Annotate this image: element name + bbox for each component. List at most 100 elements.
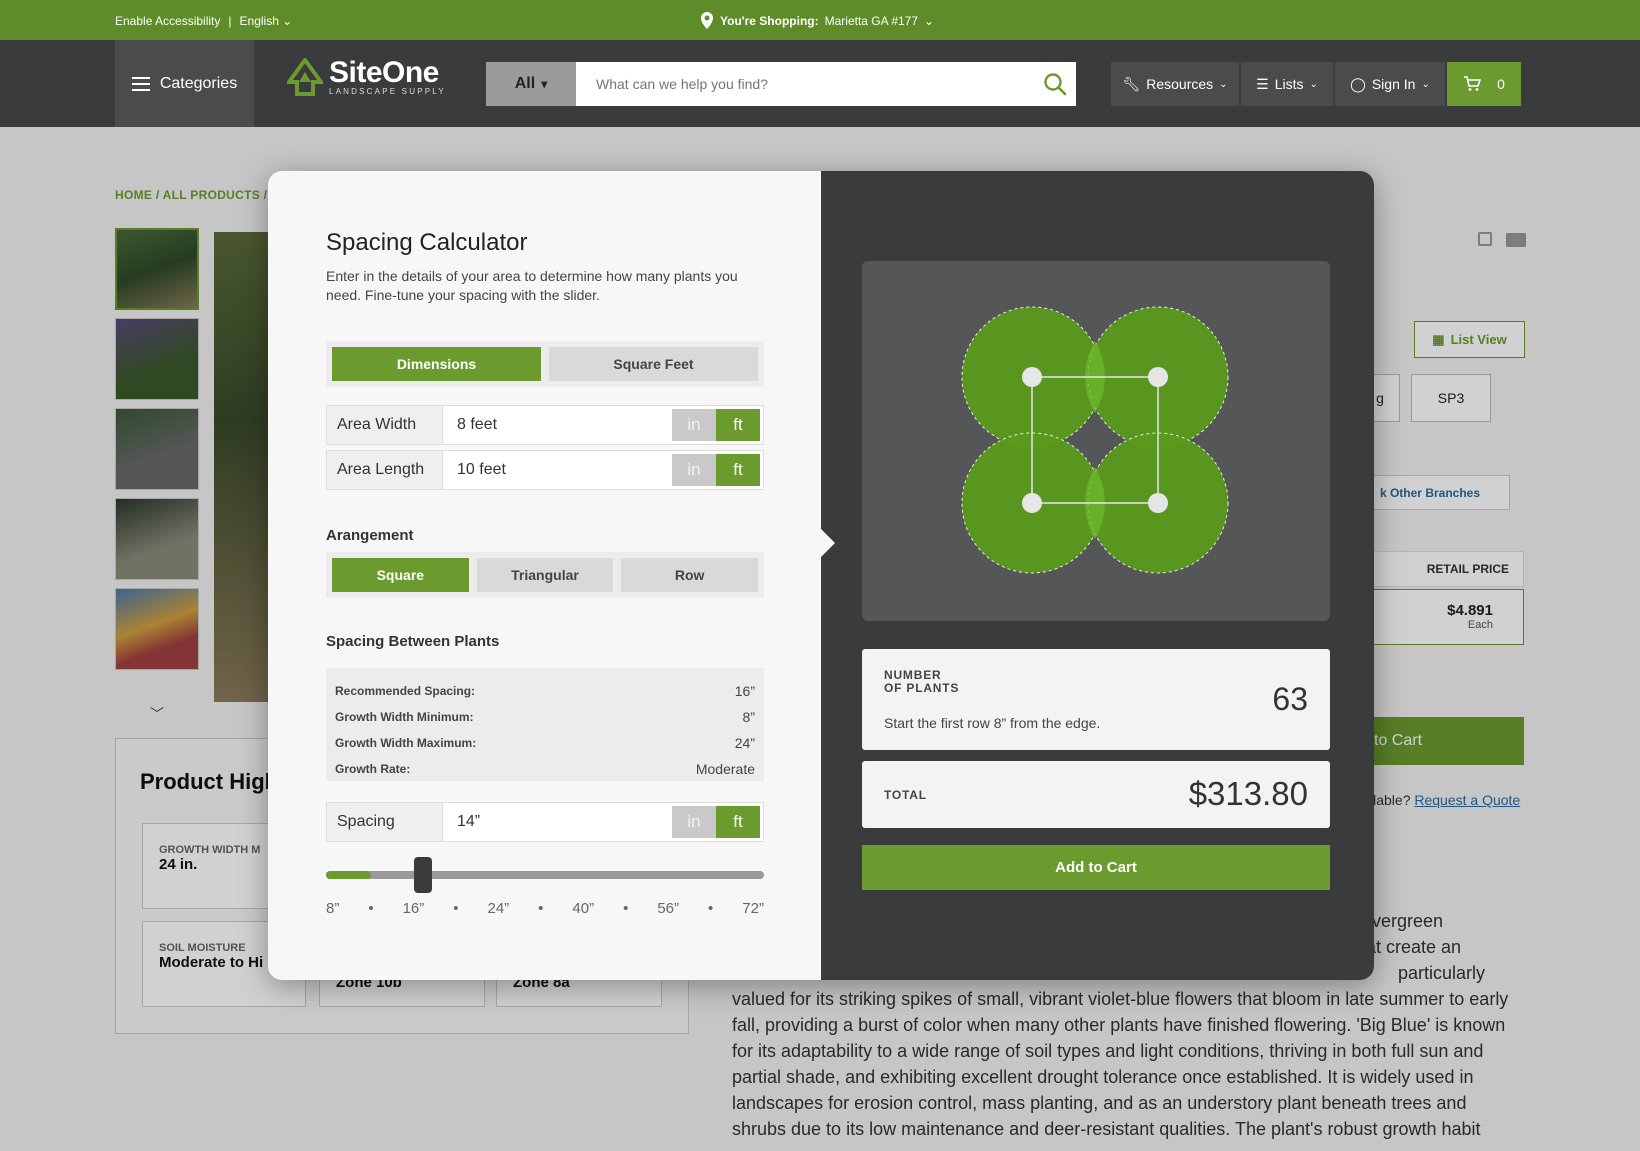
- resources-menu[interactable]: 🔧︎ Resources ⌄: [1111, 62, 1239, 106]
- language-label: English: [239, 14, 279, 28]
- plant-point: [1148, 367, 1168, 387]
- cart-icon: [1464, 76, 1482, 91]
- categories-button[interactable]: Categories: [115, 40, 254, 127]
- logo-leaf-icon: [287, 58, 323, 96]
- store-name: Marietta GA #177: [824, 13, 919, 28]
- unit-in-toggle[interactable]: in: [672, 409, 716, 441]
- spacing-slider[interactable]: [326, 857, 764, 893]
- modal-subtitle: Enter in the details of your area to det…: [326, 268, 738, 303]
- area-width-field: Area Width 8 feet in ft: [326, 405, 764, 445]
- search-input[interactable]: [576, 62, 1076, 106]
- unit-ft-toggle[interactable]: ft: [716, 409, 760, 441]
- categories-label: Categories: [159, 74, 238, 92]
- tick-dot: •: [708, 900, 714, 917]
- plant-count-card: NUMBER OF PLANTS 63 Start the first row …: [862, 649, 1330, 750]
- tick-dot: •: [538, 900, 544, 917]
- spacing-field: Spacing 14” in ft: [326, 802, 764, 842]
- area-length-input[interactable]: 10 feet: [443, 451, 672, 489]
- calculator-results-panel: NUMBER OF PLANTS 63 Start the first row …: [821, 171, 1374, 980]
- slider-handle[interactable]: [414, 857, 432, 893]
- total-value: $313.80: [1188, 775, 1308, 812]
- search-icon[interactable]: [1042, 71, 1068, 97]
- area-width-input[interactable]: 8 feet: [443, 406, 672, 444]
- plant-count-value: 63: [1272, 681, 1308, 717]
- spacing-visualization: [862, 261, 1330, 621]
- calculator-form-panel: Spacing Calculator Enter in the details …: [268, 171, 821, 980]
- add-to-cart-button[interactable]: Add to Cart: [862, 845, 1330, 890]
- spacing-label: Spacing: [327, 803, 443, 841]
- tick-label: 16”: [402, 900, 425, 917]
- user-icon: ◯: [1350, 75, 1366, 92]
- tick-label: 24”: [487, 900, 510, 917]
- chevron-down-icon: ▾: [541, 77, 548, 91]
- list-icon: ☰: [1256, 75, 1269, 92]
- plant-point: [1022, 493, 1042, 513]
- tick-label: 8”: [326, 900, 340, 917]
- search-bar: All ▾: [486, 62, 1076, 106]
- tick-label: 56”: [657, 900, 680, 917]
- tab-square-feet[interactable]: Square Feet: [549, 347, 758, 381]
- spec-row: Growth Rate: Moderate: [335, 756, 755, 782]
- tick-dot: •: [623, 900, 629, 917]
- chevron-down-icon: ⌄: [924, 13, 935, 28]
- total-label: TOTAL: [884, 788, 927, 802]
- wrench-icon: 🔧︎: [1122, 75, 1141, 92]
- cart-button[interactable]: 0: [1447, 62, 1521, 106]
- logo-subtitle: LANDSCAPE SUPPLY: [329, 86, 446, 96]
- accessibility-link[interactable]: Enable Accessibility: [115, 14, 220, 28]
- language-select[interactable]: English ⌄: [240, 14, 293, 28]
- spec-label: Growth Width Maximum:: [335, 736, 477, 750]
- unit-in-toggle[interactable]: in: [672, 806, 716, 838]
- search-scope-select[interactable]: All ▾: [486, 62, 576, 106]
- plants-label-line2: OF PLANTS: [884, 681, 960, 695]
- plant-point: [1022, 367, 1042, 387]
- divider: |: [228, 14, 232, 28]
- plants-note: Start the first row 8” from the edge.: [884, 715, 1101, 731]
- arrangement-tabs: Square Triangular Row: [326, 552, 764, 598]
- site-header: Categories SiteOne LANDSCAPE SUPPLY All …: [0, 40, 1640, 127]
- logo-name: SiteOne: [329, 55, 439, 89]
- total-card: TOTAL $313.80: [862, 761, 1330, 828]
- panel-pointer: [821, 529, 835, 557]
- slider-track[interactable]: [326, 871, 764, 879]
- unit-ft-toggle[interactable]: ft: [716, 806, 760, 838]
- spacing-input[interactable]: 14”: [443, 803, 672, 841]
- cart-count: 0: [1497, 76, 1505, 92]
- arrangement-square[interactable]: Square: [332, 558, 469, 592]
- arrangement-triangular[interactable]: Triangular: [476, 558, 614, 592]
- shopping-label: You're Shopping:: [720, 13, 819, 28]
- siteone-logo[interactable]: SiteOne LANDSCAPE SUPPLY: [287, 55, 446, 96]
- spec-row: Growth Width Maximum: 24”: [335, 730, 755, 756]
- input-mode-tabs: Dimensions Square Feet: [326, 341, 764, 387]
- location-pin-icon: [701, 12, 713, 29]
- spec-value: 8”: [742, 709, 755, 725]
- search-scope-label: All: [514, 75, 536, 92]
- plant-point: [1148, 493, 1168, 513]
- lists-menu[interactable]: ☰ Lists ⌄: [1241, 62, 1333, 106]
- tab-dimensions[interactable]: Dimensions: [332, 347, 541, 381]
- area-length-field: Area Length 10 feet in ft: [326, 450, 764, 490]
- area-width-label: Area Width: [327, 406, 443, 444]
- spec-value: 16”: [734, 683, 755, 699]
- store-selector[interactable]: You're Shopping: Marietta GA #177 ⌄: [700, 12, 934, 29]
- plant-grid-diagram: [961, 306, 1229, 574]
- area-length-label: Area Length: [327, 451, 443, 489]
- unit-ft-toggle[interactable]: ft: [716, 454, 760, 486]
- tick-label: 72”: [742, 900, 764, 917]
- chevron-down-icon: ⌄: [1309, 78, 1318, 90]
- chevron-down-icon: ⌄: [1219, 78, 1228, 90]
- spec-label: Growth Width Minimum:: [335, 710, 474, 724]
- spec-label: Growth Rate:: [335, 762, 411, 776]
- sign-in-label: Sign In: [1371, 76, 1416, 92]
- tick-dot: •: [453, 900, 459, 917]
- slider-tick-labels: 8” • 16” • 24” • 40” • 56” • 72”: [326, 900, 764, 917]
- unit-in-toggle[interactable]: in: [672, 454, 716, 486]
- hamburger-icon: [131, 76, 150, 91]
- arrangement-row[interactable]: Row: [621, 558, 759, 592]
- spec-row: Recommended Spacing: 16”: [335, 678, 755, 704]
- resources-label: Resources: [1146, 76, 1214, 92]
- sign-in-menu[interactable]: ◯ Sign In ⌄: [1335, 62, 1445, 106]
- spec-label: Recommended Spacing:: [335, 684, 476, 698]
- arrangement-heading: Arangement: [326, 527, 414, 544]
- spacing-calculator-modal: Spacing Calculator Enter in the details …: [268, 171, 1374, 980]
